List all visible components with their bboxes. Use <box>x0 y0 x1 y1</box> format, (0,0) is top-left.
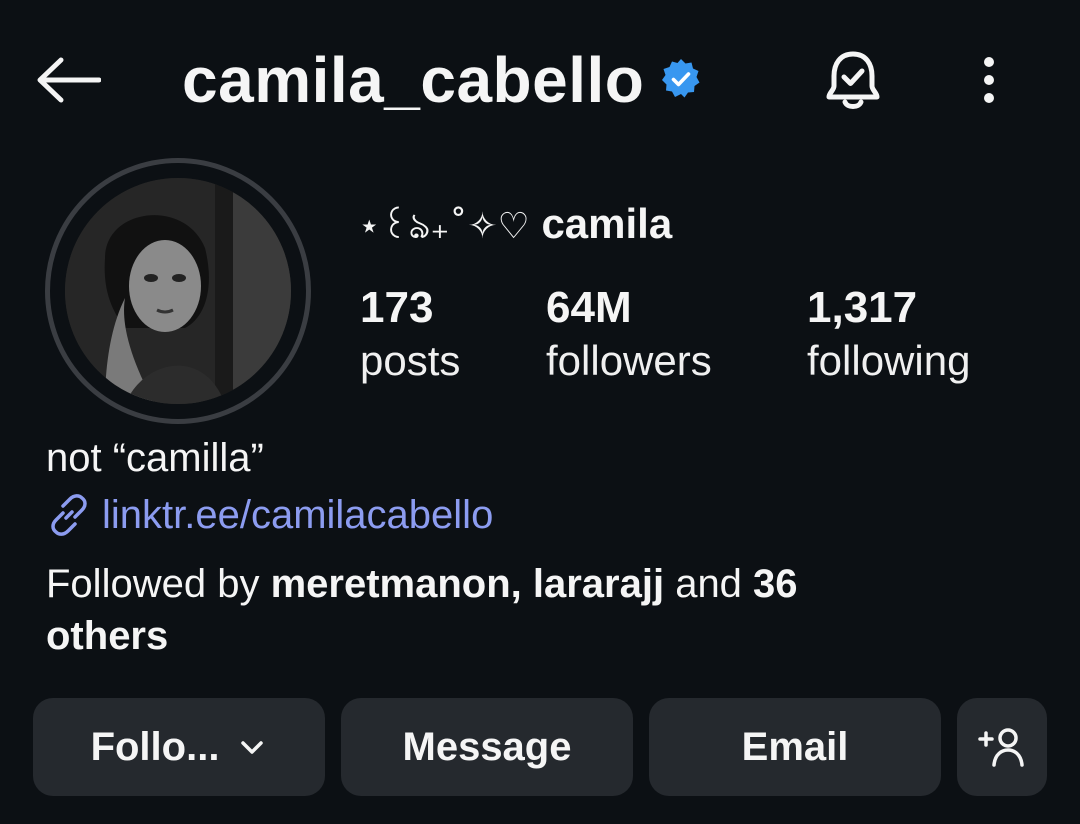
mutual-follower-2[interactable]: lararajj <box>533 562 664 606</box>
notification-bell-icon[interactable] <box>818 46 888 116</box>
bio-text: not “camilla” <box>46 436 264 480</box>
add-user-button[interactable] <box>957 698 1047 796</box>
stat-value: 173 <box>360 283 434 332</box>
stat-following[interactable]: 1,317 following <box>807 282 970 388</box>
display-name-text: camila <box>541 200 673 247</box>
mutual-count: 36 <box>753 562 798 606</box>
mutual-others: others <box>46 614 169 658</box>
stat-label: followers <box>546 337 712 384</box>
link-icon <box>51 494 87 536</box>
back-button[interactable] <box>34 52 102 108</box>
followed-by-prefix: Followed by <box>46 562 271 606</box>
verified-badge-icon <box>662 59 700 98</box>
add-user-icon <box>978 728 1024 767</box>
profile-link[interactable]: linktr.ee/camilacabello <box>46 489 493 541</box>
avatar-photo <box>65 178 291 404</box>
stat-posts[interactable]: 173 posts <box>360 282 460 388</box>
followed-by-separator: , <box>510 562 533 606</box>
stat-value: 1,317 <box>807 283 918 332</box>
mutual-follower-1[interactable]: meretmanon <box>271 562 511 606</box>
stat-value: 64M <box>546 283 632 332</box>
email-button-label: Email <box>741 724 849 769</box>
profile-link-text[interactable]: linktr.ee/camilacabello <box>102 489 493 541</box>
display-name-decoration: ⋆꒰ঌ₊˚✧♡ <box>358 206 530 247</box>
email-button[interactable]: Email <box>649 698 941 796</box>
following-button[interactable]: Follo... <box>33 698 325 796</box>
avatar <box>65 178 291 404</box>
message-button[interactable]: Message <box>341 698 633 796</box>
back-arrow-icon <box>37 57 101 103</box>
message-button-label: Message <box>402 724 572 769</box>
stat-label: posts <box>360 337 461 384</box>
display-name: ⋆꒰ঌ₊˚✧♡ camila <box>358 198 672 253</box>
stat-label: following <box>807 337 971 384</box>
profile-page: camila_cabello ⋆꒰ঌ₊˚✧♡ camila 173 posts … <box>0 0 1080 824</box>
following-button-label: Follo... <box>90 724 220 769</box>
stat-followers[interactable]: 64M followers <box>546 282 712 388</box>
followed-by-text[interactable]: Followed by meretmanon, lararajj and 36 o… <box>46 558 1006 662</box>
profile-username: camila_cabello <box>182 44 645 116</box>
followed-by-and: and <box>664 562 754 606</box>
avatar-ring[interactable] <box>45 158 311 424</box>
more-options-icon <box>984 57 994 103</box>
more-options-button[interactable] <box>960 50 1018 110</box>
chevron-down-icon <box>241 741 264 754</box>
